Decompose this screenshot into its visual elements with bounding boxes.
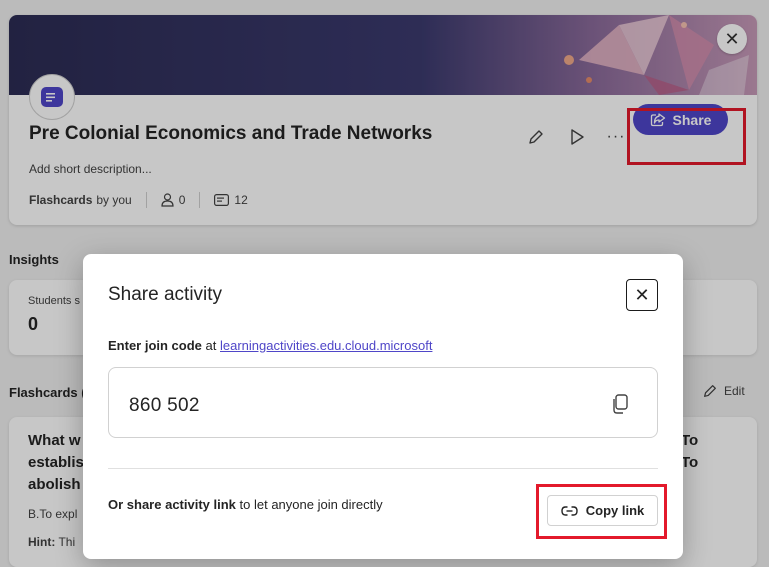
copy-link-button[interactable]: Copy link	[547, 495, 658, 526]
share-link-bold: Or share activity link	[108, 497, 236, 512]
join-url-link[interactable]: learningactivities.edu.cloud.microsoft	[220, 338, 432, 353]
copy-link-label: Copy link	[585, 503, 645, 518]
share-link-rest: to let anyone join directly	[239, 497, 383, 512]
share-activity-dialog: Share activity ✕ Enter join code at lear…	[83, 254, 683, 559]
close-icon[interactable]: ✕	[626, 279, 658, 311]
share-link-instructions: Or share activity link to let anyone joi…	[108, 497, 383, 512]
join-instructions: Enter join code at learningactivities.ed…	[108, 338, 432, 353]
join-at: at	[205, 338, 217, 353]
join-prefix: Enter join code	[108, 338, 202, 353]
join-code: 860 502	[129, 395, 200, 416]
dialog-title: Share activity	[108, 284, 223, 305]
join-code-box: 860 502	[108, 367, 658, 438]
link-icon	[561, 505, 578, 516]
divider	[108, 468, 658, 469]
copy-icon[interactable]	[611, 393, 631, 415]
